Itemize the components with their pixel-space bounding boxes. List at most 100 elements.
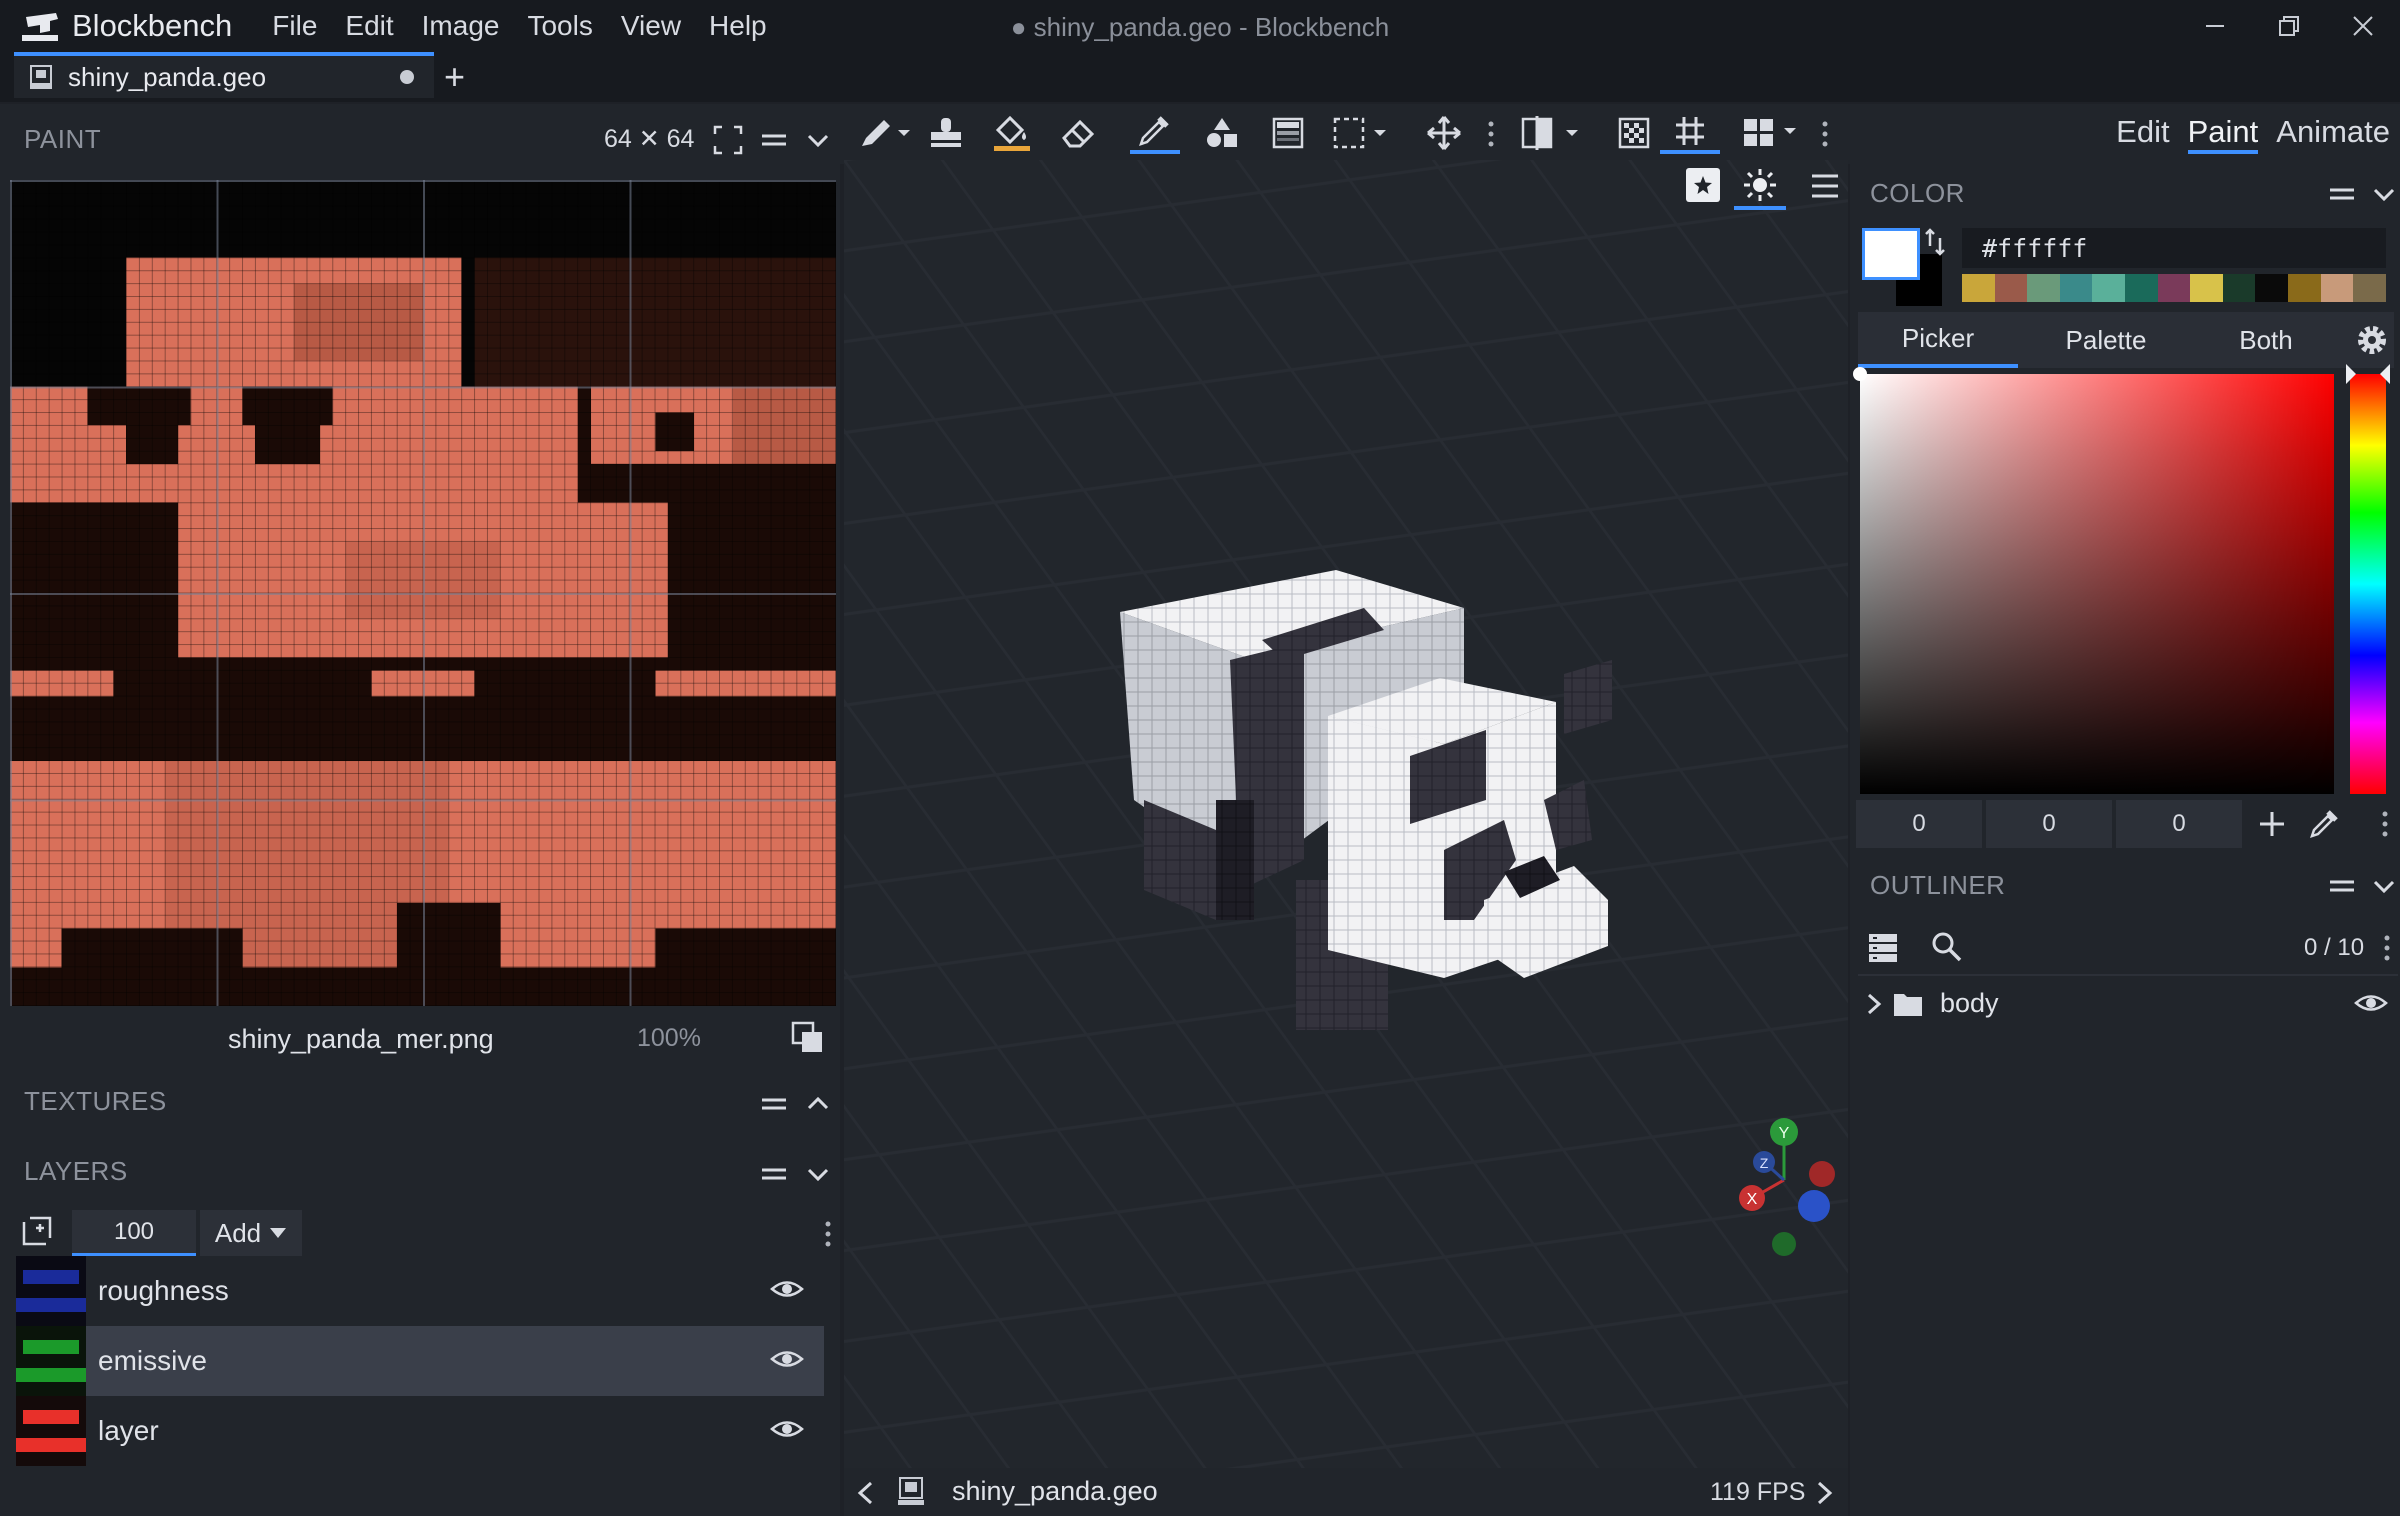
drag-handle-icon[interactable] [760, 126, 788, 154]
close-window-button[interactable] [2326, 0, 2400, 52]
drag-handle-icon[interactable] [760, 1160, 788, 1188]
color-swatch[interactable] [2190, 274, 2223, 302]
menu-tools[interactable]: Tools [513, 10, 606, 42]
tab-palette[interactable]: Palette [2026, 312, 2186, 368]
add-color-icon[interactable] [2258, 810, 2286, 838]
chevron-down-icon[interactable] [806, 1162, 830, 1186]
color-swatch[interactable] [2320, 274, 2354, 302]
texture-resolution[interactable]: 64 ✕ 64 [604, 124, 694, 154]
green-value-input[interactable]: 0 [1986, 800, 2112, 848]
more-options-icon[interactable] [2378, 810, 2392, 838]
saturation-value-picker[interactable] [1853, 367, 2334, 794]
swap-colors-icon[interactable] [1924, 228, 1948, 256]
visibility-eye-icon[interactable] [770, 1346, 804, 1372]
pixel-grid-toggle[interactable] [1660, 112, 1720, 154]
add-layer-icon[interactable] [20, 1214, 54, 1248]
blue-value-input[interactable]: 0 [2116, 800, 2242, 848]
3d-viewport[interactable]: Y X Z [844, 160, 1848, 1468]
menu-edit[interactable]: Edit [331, 10, 407, 42]
minimize-button[interactable] [2178, 0, 2252, 52]
chevron-down-icon[interactable] [2372, 874, 2396, 898]
camera-preset-button[interactable] [1686, 168, 1720, 202]
drag-handle-icon[interactable] [2328, 872, 2356, 900]
gradient-tool[interactable] [1266, 112, 1310, 154]
color-swatch[interactable] [2059, 274, 2093, 302]
layer-row-roughness[interactable]: roughness [16, 1256, 824, 1326]
fullscreen-icon[interactable] [712, 124, 744, 156]
visibility-eye-icon[interactable] [770, 1416, 804, 1442]
project-tab[interactable]: shiny_panda.geo [14, 52, 434, 98]
menu-file[interactable]: File [258, 10, 331, 42]
lighting-toggle[interactable] [1734, 164, 1786, 210]
menu-view[interactable]: View [607, 10, 695, 42]
chevron-right-icon[interactable] [1816, 1480, 1834, 1506]
unsaved-indicator[interactable] [400, 70, 414, 84]
hex-color-input[interactable]: #ffffff [1962, 228, 2386, 268]
new-tab-button[interactable]: + [444, 56, 465, 98]
mirror-painting-tool[interactable] [1518, 112, 1588, 154]
stamp-tool[interactable] [924, 112, 968, 154]
add-layer-dropdown[interactable]: Add [200, 1210, 302, 1256]
tab-picker[interactable]: Picker [1858, 312, 2018, 368]
restore-button[interactable] [2252, 0, 2326, 52]
hue-slider[interactable] [2346, 364, 2390, 794]
red-value-input[interactable]: 0 [1856, 800, 1982, 848]
chevron-up-icon[interactable] [806, 1092, 830, 1116]
copy-icon[interactable] [790, 1020, 826, 1056]
checker-tool[interactable] [1612, 112, 1656, 154]
layer-row-emissive[interactable]: emissive [16, 1326, 824, 1396]
search-icon[interactable] [1930, 930, 1964, 964]
eyedropper-tool[interactable] [1130, 112, 1180, 154]
more-options-icon[interactable] [1486, 120, 1496, 148]
textures-panel-title[interactable]: TEXTURES [24, 1086, 167, 1117]
more-options-icon[interactable] [1820, 120, 1830, 148]
chevron-right-icon[interactable] [1866, 992, 1882, 1016]
drag-handle-icon[interactable] [760, 1090, 788, 1118]
color-swatch[interactable] [2157, 274, 2191, 302]
mode-edit[interactable]: Edit [2116, 114, 2169, 154]
menu-help[interactable]: Help [695, 10, 781, 42]
layers-panel-title[interactable]: LAYERS [24, 1156, 128, 1187]
layer-opacity-input[interactable]: 100 [72, 1210, 196, 1256]
visibility-eye-icon[interactable] [770, 1276, 804, 1302]
color-swatch[interactable] [2353, 274, 2386, 302]
color-swatch[interactable] [2222, 274, 2256, 302]
color-swatch[interactable] [2255, 274, 2289, 302]
color-swatch[interactable] [1962, 274, 1995, 302]
tab-both[interactable]: Both [2186, 312, 2346, 368]
move-tool[interactable] [1422, 112, 1466, 154]
mode-animate[interactable]: Animate [2276, 114, 2390, 154]
primary-color[interactable] [1862, 228, 1920, 280]
layout-tool[interactable] [1740, 112, 1806, 154]
color-swatch[interactable] [1994, 274, 2028, 302]
brush-tool[interactable] [856, 112, 916, 154]
viewport-footer: shiny_panda.geo 119 FPS [844, 1468, 1848, 1516]
chevron-left-icon[interactable] [856, 1480, 874, 1506]
more-options-icon[interactable] [820, 1220, 836, 1248]
mode-paint[interactable]: Paint [2187, 114, 2259, 154]
layer-row-layer[interactable]: layer [16, 1396, 824, 1466]
outliner-group-body[interactable]: body [1858, 980, 2398, 1028]
viewport-menu-icon[interactable] [1810, 172, 1840, 200]
hue-slider-handle[interactable] [2346, 364, 2390, 384]
color-swatch[interactable] [2092, 274, 2126, 302]
picker-handle[interactable] [1853, 367, 1867, 381]
color-swatch[interactable] [2125, 274, 2158, 302]
color-swatch[interactable] [2288, 274, 2321, 302]
eyedropper-icon[interactable] [2308, 808, 2340, 840]
gear-icon[interactable] [2354, 322, 2390, 358]
eraser-tool[interactable] [1056, 112, 1100, 154]
chevron-down-icon[interactable] [806, 128, 830, 152]
menu-image[interactable]: Image [408, 10, 514, 42]
more-options-icon[interactable] [2380, 934, 2394, 962]
major-grid [10, 180, 836, 1006]
outliner-actions-icon[interactable] [1866, 930, 1900, 964]
visibility-eye-icon[interactable] [2354, 990, 2388, 1016]
fill-tool[interactable] [990, 112, 1034, 154]
selection-tool[interactable] [1330, 112, 1394, 154]
drag-handle-icon[interactable] [2328, 180, 2356, 208]
shapes-tool[interactable] [1200, 112, 1244, 154]
chevron-down-icon[interactable] [2372, 182, 2396, 206]
color-swatch[interactable] [2027, 274, 2060, 302]
texture-canvas[interactable] [10, 180, 836, 1006]
